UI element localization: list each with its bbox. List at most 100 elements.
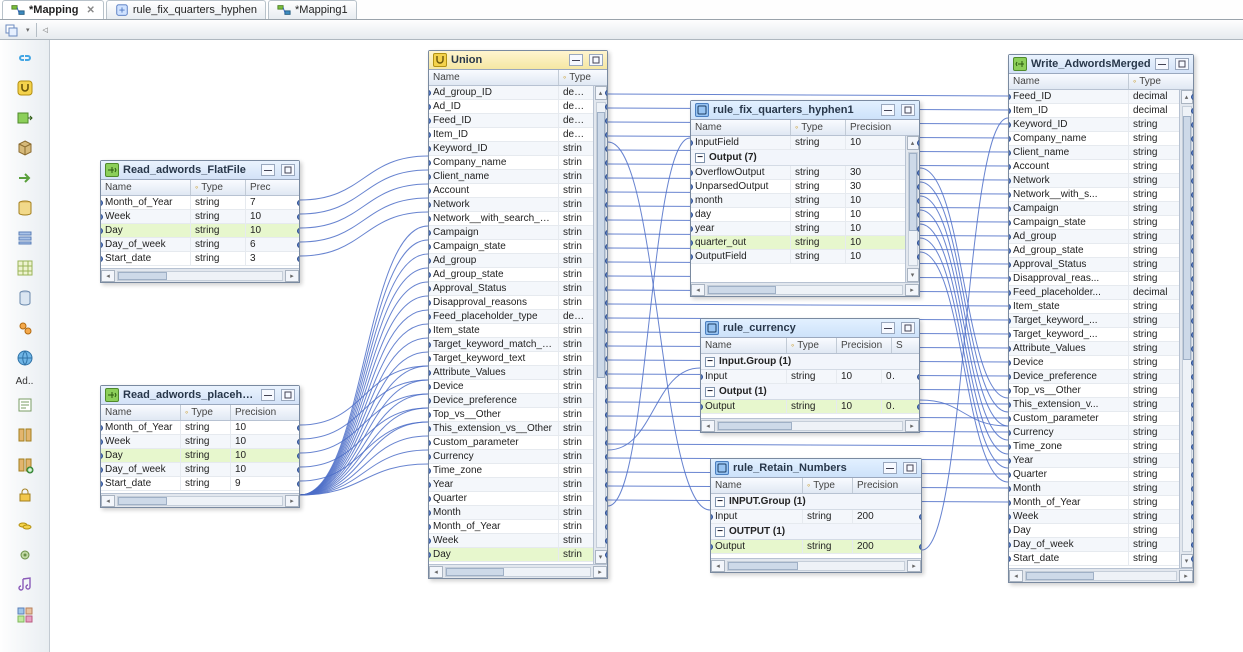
restore-button[interactable] — [901, 104, 915, 116]
table-row[interactable]: OverflowOutputstring30 — [691, 166, 905, 180]
table-row[interactable]: Month_of_Yearstring7 — [101, 196, 299, 210]
output-port[interactable] — [1191, 402, 1193, 408]
table-row[interactable]: Custom_parameterstring — [1009, 412, 1179, 426]
table-row[interactable]: Currencystrin — [429, 450, 593, 464]
scroll-left-button[interactable]: ◂ — [1009, 570, 1023, 582]
output-port[interactable] — [605, 272, 607, 278]
output-port[interactable] — [605, 356, 607, 362]
output-port[interactable] — [1191, 556, 1193, 562]
table-row[interactable]: Start_datestring9 — [101, 477, 299, 491]
table-row[interactable]: Daystring10 — [101, 224, 299, 238]
output-port[interactable] — [605, 482, 607, 488]
table-row[interactable]: This_extension_v...string — [1009, 398, 1179, 412]
output-port[interactable] — [1191, 318, 1193, 324]
table-row[interactable]: quarter_outstring10 — [691, 236, 905, 250]
output-port[interactable] — [1191, 150, 1193, 156]
output-port[interactable] — [605, 202, 607, 208]
music-icon[interactable] — [10, 573, 40, 597]
table-row[interactable]: Ad_IDdecim — [429, 100, 593, 114]
union-icon[interactable] — [10, 76, 40, 100]
table-row[interactable]: Client_namestring — [1009, 146, 1179, 160]
table-row[interactable]: Inputstring100 — [701, 370, 919, 384]
output-port[interactable] — [605, 146, 607, 152]
table-row[interactable]: Item_statestring — [1009, 300, 1179, 314]
group-header-output[interactable]: Output (7) — [691, 150, 905, 166]
table-row[interactable]: Devicestring — [1009, 356, 1179, 370]
scroll-left-button[interactable]: ◂ — [101, 495, 115, 507]
output-port[interactable] — [917, 212, 919, 218]
table-row[interactable]: Day_of_weekstring10 — [101, 463, 299, 477]
col-type[interactable]: Type — [181, 405, 231, 420]
table-row[interactable]: Day_of_weekstring6 — [101, 238, 299, 252]
output-port[interactable] — [297, 439, 299, 445]
col-name[interactable]: Name — [711, 478, 803, 493]
output-port[interactable] — [605, 524, 607, 530]
output-port[interactable] — [1191, 206, 1193, 212]
link-icon[interactable] — [10, 46, 40, 70]
node-union[interactable]: Union Name Type ▴ ▾ Ad_group_IDdecimAd_I… — [428, 50, 608, 579]
group-header-output[interactable]: OUTPUT (1) — [711, 524, 921, 540]
output-port[interactable] — [1191, 94, 1193, 100]
table-row[interactable]: Time_zonestrin — [429, 464, 593, 478]
table-row[interactable]: Daystrin — [429, 548, 593, 562]
table-row[interactable]: Weekstring10 — [101, 435, 299, 449]
tiles-icon[interactable] — [10, 603, 40, 627]
minimize-button[interactable] — [569, 54, 583, 66]
output-port[interactable] — [1191, 136, 1193, 142]
tab-rule-fix-quarters[interactable]: rule_fix_quarters_hyphen — [106, 0, 266, 19]
node-write-adwords-merged[interactable]: Write_AdwordsMerged Name Type ▴ ▾ Feed_I… — [1008, 54, 1194, 583]
output-port[interactable] — [1191, 304, 1193, 310]
arrow-right-icon[interactable] — [10, 166, 40, 190]
table-row[interactable]: Weekstring — [1009, 510, 1179, 524]
output-port[interactable] — [605, 454, 607, 460]
col-precision[interactable]: Precision — [853, 478, 905, 493]
collapse-icon[interactable] — [705, 357, 715, 367]
minimize-button[interactable] — [261, 389, 275, 401]
table-row[interactable]: Ad_group_IDdecim — [429, 86, 593, 100]
table-row[interactable]: Attribute_Valuesstring — [1009, 342, 1179, 356]
scrollbar-vertical[interactable]: ▴ ▾ — [1179, 90, 1193, 568]
table-row[interactable]: Weekstring10 — [101, 210, 299, 224]
table-row[interactable]: Yearstrin — [429, 478, 593, 492]
output-port[interactable] — [605, 258, 607, 264]
col-prec[interactable]: Prec — [246, 180, 281, 195]
output-port[interactable] — [1191, 500, 1193, 506]
table-row[interactable]: Day_of_weekstring — [1009, 538, 1179, 552]
output-port[interactable] — [917, 226, 919, 232]
table-row[interactable]: Accountstrin — [429, 184, 593, 198]
node-titlebar[interactable]: rule_Retain_Numbers — [711, 459, 921, 478]
output-port[interactable] — [1191, 416, 1193, 422]
table-row[interactable]: yearstring10 — [691, 222, 905, 236]
node-titlebar[interactable]: Read_adwords_FlatFile — [101, 161, 299, 180]
tab-mapping[interactable]: *Mapping ✕ — [2, 0, 104, 19]
output-port[interactable] — [605, 90, 607, 96]
table-row[interactable]: Keyword_IDstring — [1009, 118, 1179, 132]
book-icon[interactable] — [10, 423, 40, 447]
chevron-down-icon[interactable]: ▾ — [26, 26, 30, 34]
scrollbar-horizontal[interactable]: ◂ ▸ — [691, 282, 919, 296]
collapse-icon[interactable] — [705, 387, 715, 397]
table-row[interactable]: Inputstring200 — [711, 510, 921, 524]
output-port[interactable] — [1191, 332, 1193, 338]
node-titlebar[interactable]: Union — [429, 51, 607, 70]
restore-button[interactable] — [281, 164, 295, 176]
table-row[interactable]: Monthstrin — [429, 506, 593, 520]
output-port[interactable] — [297, 242, 299, 248]
table-row[interactable]: Target_keyword_textstrin — [429, 352, 593, 366]
table-row[interactable]: Top_vs__Otherstring — [1009, 384, 1179, 398]
output-port[interactable] — [605, 174, 607, 180]
table-row[interactable]: Feed_placeholder_typedecim — [429, 310, 593, 324]
table-row[interactable]: Target_keyword_...string — [1009, 314, 1179, 328]
scroll-left-button[interactable]: ◂ — [101, 270, 115, 282]
output-icon[interactable] — [10, 106, 40, 130]
output-port[interactable] — [605, 384, 607, 390]
table-row[interactable]: Start_datestring — [1009, 552, 1179, 566]
table-row[interactable]: Keyword_IDstrin — [429, 142, 593, 156]
table-row[interactable]: Time_zonestring — [1009, 440, 1179, 454]
scrollbar-horizontal[interactable]: ◂ ▸ — [1009, 568, 1193, 582]
col-name[interactable]: Name — [429, 70, 559, 85]
output-port[interactable] — [605, 244, 607, 250]
output-port[interactable] — [297, 256, 299, 262]
table-row[interactable]: Approval_Statusstrin — [429, 282, 593, 296]
output-port[interactable] — [1191, 192, 1193, 198]
